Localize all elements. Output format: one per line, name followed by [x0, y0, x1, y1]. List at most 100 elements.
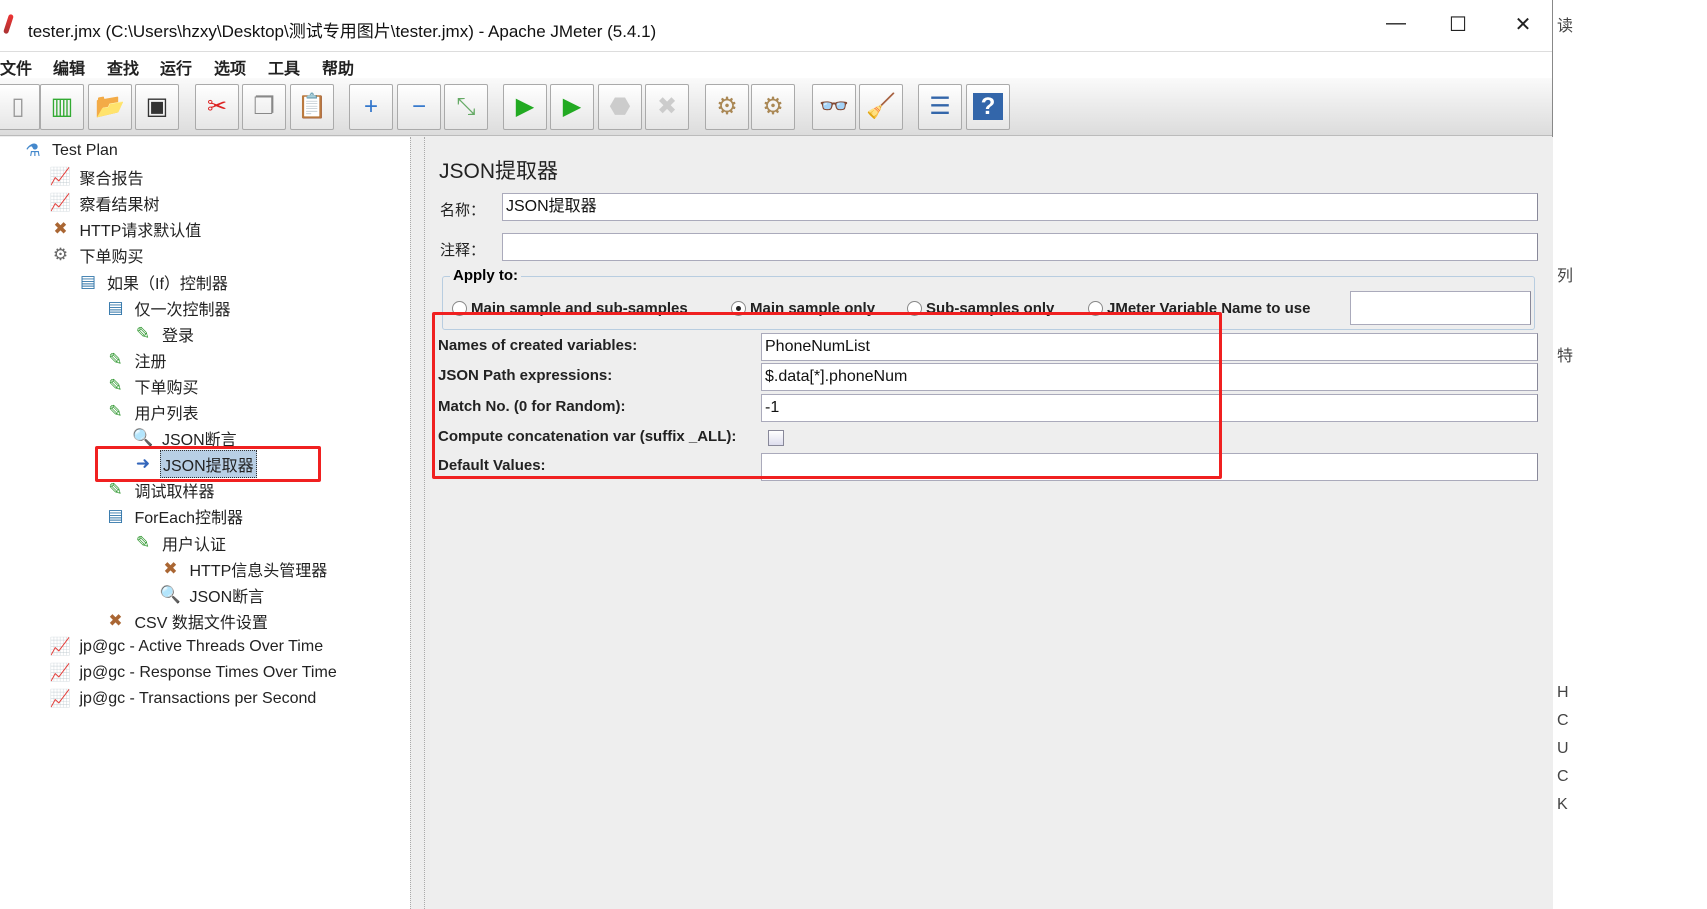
expand-button[interactable]: +: [349, 84, 393, 130]
json-extractor-panel: JSON提取器 名称： JSON提取器 注释： Apply to: Main s…: [425, 137, 1553, 909]
tree-node-label: CSV 数据文件设置: [134, 614, 268, 632]
sampler-icon: ✎: [135, 323, 151, 343]
split-pane-divider[interactable]: [410, 137, 425, 909]
background-text-fragment: H: [1557, 684, 1569, 701]
test-plan-tree: ⚗ Test Plan 📈 聚合报告 📈 察看结果树 ✖ HTTP请求默认值 ⚙ 下单购买 ▤ 如果（…: [0, 137, 410, 909]
stop-button[interactable]: ⬣: [598, 84, 642, 130]
background-text-fragment: 读: [1557, 18, 1574, 35]
clear-all-icon: ⚙: [762, 93, 784, 120]
start-no-pauses-icon: ▶: [562, 93, 582, 120]
tree-node[interactable]: ✎ 登录: [132, 322, 196, 346]
menu-2[interactable]: 查找: [107, 55, 139, 79]
window-title: tester.jmx (C:\Users\hzxy\Desktop\测试专用图片…: [28, 22, 657, 41]
start-no-pauses-button[interactable]: ▶: [550, 84, 594, 130]
tree-node[interactable]: 📈 jp@gc - Active Threads Over Time: [50, 635, 326, 659]
tree-node[interactable]: ✎ 用户认证: [132, 531, 228, 555]
jmeter-window: tester.jmx (C:\Users\hzxy\Desktop\测试专用图片…: [0, 0, 1553, 909]
tree-node[interactable]: ✎ 用户列表: [105, 400, 201, 424]
tree-node-label: HTTP请求默认值: [79, 223, 202, 241]
new-icon: ▯: [11, 93, 25, 120]
tree-node[interactable]: ✖ CSV 数据文件设置: [105, 609, 270, 633]
background-text-fragment: C: [1557, 712, 1569, 729]
apply-to-label: Apply to:: [450, 267, 521, 284]
tree-node-label: 聚合报告: [79, 171, 144, 189]
tree-node[interactable]: 📈 jp@gc - Response Times Over Time: [50, 661, 339, 685]
templates-button[interactable]: ▥: [40, 84, 84, 130]
tree-node-label: 用户认证: [162, 536, 227, 554]
tree-node-label: Test Plan: [52, 142, 118, 159]
clear-all-button[interactable]: ⚙: [751, 84, 795, 130]
close-button[interactable]: ✕: [1503, 12, 1543, 37]
menu-4[interactable]: 选项: [214, 55, 246, 79]
reset-search-icon: 🧹: [866, 93, 896, 120]
search-button[interactable]: 👓: [812, 84, 856, 130]
sampler-icon: ✎: [108, 349, 123, 369]
comment-input[interactable]: [502, 233, 1538, 261]
tree-node[interactable]: ✖ HTTP请求默认值: [50, 217, 204, 241]
tree-node[interactable]: ✖ HTTP信息头管理器: [160, 557, 330, 581]
templates-icon: ▥: [50, 93, 74, 120]
background-window-fragment: 读列特HCUCK: [1553, 0, 1707, 909]
jmeter-variable-input[interactable]: [1350, 291, 1531, 325]
help-button[interactable]: ?: [966, 84, 1010, 130]
controller-icon: ▤: [107, 506, 124, 526]
function-helper-button[interactable]: ☰: [918, 84, 962, 130]
tree-node[interactable]: ⚗ Test Plan: [22, 139, 120, 163]
reset-search-button[interactable]: 🧹: [859, 84, 903, 130]
tree-node[interactable]: 📈 jp@gc - Transactions per Second: [50, 687, 319, 711]
cut-button[interactable]: ✂: [195, 84, 239, 130]
tree-node-label: 登录: [162, 327, 195, 345]
tree-node[interactable]: ▤ ForEach控制器: [105, 504, 245, 528]
clear-button[interactable]: ⚙: [705, 84, 749, 130]
shutdown-button[interactable]: ✖: [645, 84, 689, 130]
toggle-icon: ⤡: [456, 93, 476, 120]
tree-node[interactable]: 📈 察看结果树: [50, 191, 162, 215]
maximize-button[interactable]: ☐: [1438, 12, 1478, 37]
stop-icon: ⬣: [609, 93, 631, 120]
tree-node-label: 下单购买: [134, 379, 199, 397]
minimize-button[interactable]: —: [1376, 12, 1416, 35]
tree-node-label: 察看结果树: [79, 197, 160, 215]
tree-node[interactable]: 🔍 JSON断言: [160, 583, 267, 607]
collapse-button[interactable]: −: [397, 84, 441, 130]
menu-1[interactable]: 编辑: [53, 55, 85, 79]
tree-node-label: 下单购买: [79, 249, 144, 267]
config-icon: ✖: [163, 558, 178, 578]
search-icon: 👓: [819, 93, 849, 120]
save-button[interactable]: ▣: [135, 84, 179, 130]
tree-node-label: 仅一次控制器: [134, 301, 231, 319]
tree-node[interactable]: ⚙ 下单购买: [50, 243, 146, 267]
background-text-fragment: 特: [1557, 348, 1574, 365]
name-input[interactable]: JSON提取器: [502, 193, 1538, 221]
listener-icon: 📈: [49, 167, 72, 187]
save-icon: ▣: [145, 93, 169, 120]
menu-0[interactable]: 文件: [0, 55, 32, 79]
highlight-box-tree-node: [95, 446, 321, 482]
tree-node[interactable]: ▤ 仅一次控制器: [105, 296, 233, 320]
tree-node[interactable]: 📈 聚合报告: [50, 165, 146, 189]
tree-node-label: 如果（If）控制器: [107, 275, 228, 293]
menu-3[interactable]: 运行: [160, 55, 192, 79]
copy-button[interactable]: ❐: [242, 84, 286, 130]
menu-6[interactable]: 帮助: [322, 55, 354, 79]
config-icon: ✖: [53, 219, 68, 239]
tree-node[interactable]: ✎ 下单购买: [105, 374, 201, 398]
open-button[interactable]: 📂: [88, 84, 132, 130]
listener-icon: 📈: [49, 689, 72, 709]
new-button[interactable]: ▯: [0, 84, 40, 130]
menu-bar: 文件 编辑 查找 运行 选项 工具 帮助: [0, 52, 1552, 78]
start-button[interactable]: ▶: [503, 84, 547, 130]
thread-group-icon: ⚙: [52, 245, 69, 265]
open-icon: 📂: [95, 93, 125, 120]
help-icon: ?: [972, 93, 1004, 120]
config-icon: ✖: [108, 610, 123, 630]
tree-node[interactable]: ▤ 如果（If）控制器: [77, 270, 230, 294]
menu-5[interactable]: 工具: [268, 55, 300, 79]
collapse-icon: −: [411, 93, 426, 120]
paste-button[interactable]: 📋: [290, 84, 334, 130]
copy-icon: ❐: [253, 93, 275, 120]
tree-node-label: jp@gc - Active Threads Over Time: [79, 637, 324, 655]
toggle-button[interactable]: ⤡: [444, 84, 488, 130]
comment-label: 注释：: [440, 242, 486, 259]
tree-node[interactable]: ✎ 注册: [105, 348, 169, 372]
